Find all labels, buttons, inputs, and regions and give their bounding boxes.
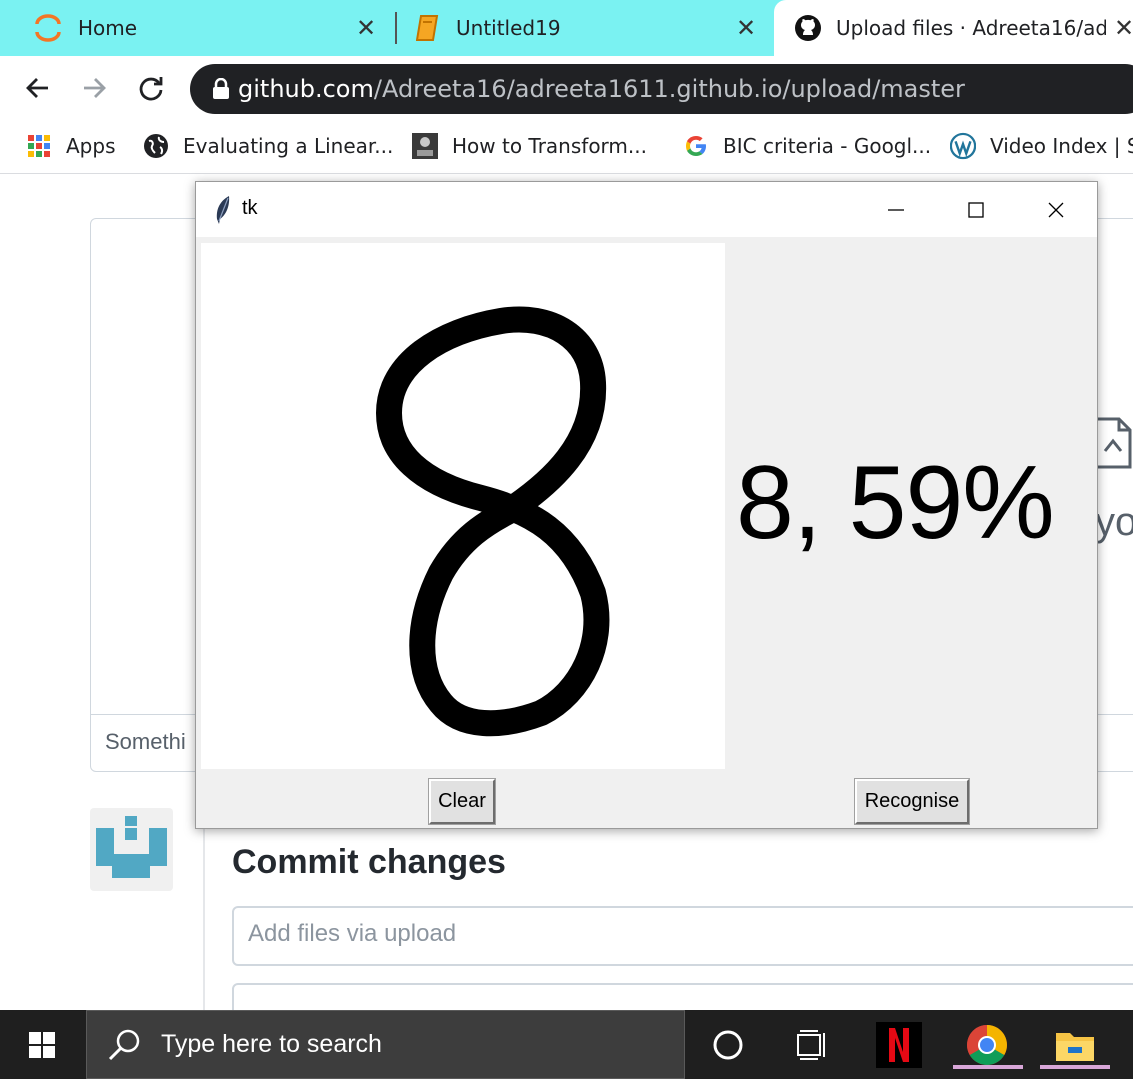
commit-changes-heading: Commit changes <box>232 843 506 881</box>
thumbnail-icon <box>412 133 438 159</box>
back-icon[interactable] <box>22 72 54 104</box>
bookmark-label: Evaluating a Linear... <box>183 134 394 158</box>
minimize-icon[interactable] <box>878 192 914 228</box>
wordpress-icon <box>950 132 976 160</box>
bookmark-label: How to Transform... <box>452 134 647 158</box>
bookmark-label: Video Index | St <box>990 134 1133 158</box>
tab-title: Home <box>78 16 138 40</box>
jupyter-icon <box>33 13 63 48</box>
google-icon <box>683 133 709 159</box>
handwritten-digit-drawing <box>376 306 610 737</box>
bookmark-video-index[interactable]: Video Index | St <box>950 130 1133 162</box>
apps-grid-icon <box>26 133 52 159</box>
recognise-button[interactable]: Recognise <box>854 778 970 825</box>
taskbar-search-box[interactable]: Type here to search <box>86 1010 685 1079</box>
bookmark-bic-criteria[interactable]: BIC criteria - Googl... <box>683 130 931 162</box>
close-icon[interactable] <box>1038 192 1074 228</box>
browser-toolbar: github.com/Adreeta16/adreeta1611.github.… <box>0 56 1133 120</box>
window-title: tk <box>242 197 258 219</box>
windows-start-icon[interactable] <box>0 1010 84 1079</box>
address-bar[interactable]: github.com/Adreeta16/adreeta1611.github.… <box>190 64 1133 114</box>
close-icon[interactable]: ✕ <box>356 14 376 42</box>
globe-icon <box>143 133 169 159</box>
tab-title: Upload files · Adreeta16/adre <box>836 16 1106 40</box>
explorer-active-indicator <box>1040 1065 1110 1069</box>
url-text: github.com/Adreeta16/adreeta1611.github.… <box>238 75 965 103</box>
avatar[interactable] <box>90 808 173 891</box>
prediction-result: 8, 59% <box>736 445 1055 561</box>
tab-home[interactable]: Home ✕ <box>0 0 394 56</box>
bookmark-how-to-transform[interactable]: How to Transform... <box>412 130 647 162</box>
drop-zone-hint-text: yo <box>1095 500 1133 544</box>
chrome-icon[interactable] <box>962 1020 1012 1070</box>
search-placeholder: Type here to search <box>161 1030 382 1058</box>
cortana-icon[interactable] <box>703 1020 753 1070</box>
maximize-icon[interactable] <box>958 192 994 228</box>
search-icon <box>107 1028 141 1062</box>
tab-untitled19[interactable]: Untitled19 ✕ <box>396 0 774 56</box>
github-icon <box>794 14 822 47</box>
feather-icon <box>214 195 232 229</box>
close-icon[interactable]: ✕ <box>736 14 756 42</box>
clear-button[interactable]: Clear <box>428 778 496 825</box>
netflix-icon[interactable] <box>876 1022 922 1068</box>
bookmark-apps[interactable]: Apps <box>26 130 116 162</box>
chrome-active-indicator <box>953 1065 1023 1069</box>
commit-summary-input[interactable]: Add files via upload <box>232 906 1133 966</box>
drop-zone-text: Somethi <box>105 729 186 754</box>
browser-tab-strip: Home ✕ Untitled19 ✕ Upload files · Adree… <box>0 0 1133 56</box>
bookmark-label: Apps <box>66 134 116 158</box>
tk-title-bar[interactable]: tk <box>196 182 1097 237</box>
url-path: /Adreeta16/adreeta1611.github.io/upload/… <box>373 75 965 103</box>
tab-title: Untitled19 <box>456 16 561 40</box>
bookmark-evaluating-linear[interactable]: Evaluating a Linear... <box>143 130 393 162</box>
task-view-icon[interactable] <box>788 1020 838 1070</box>
tab-upload-files[interactable]: Upload files · Adreeta16/adre ✕ <box>774 0 1133 56</box>
url-domain: github.com <box>238 75 374 103</box>
tk-window: tk 8, 59% Clear Recognise <box>195 181 1098 829</box>
close-icon[interactable]: ✕ <box>1114 14 1133 42</box>
file-explorer-icon[interactable] <box>1050 1020 1100 1070</box>
lock-icon <box>212 78 230 100</box>
timeline-line <box>203 807 205 1017</box>
file-icon <box>1093 417 1133 473</box>
forward-icon[interactable] <box>78 72 110 104</box>
drawing-canvas[interactable] <box>201 243 725 769</box>
bookmarks-bar: Apps Evaluating a Linear... How to Trans… <box>0 120 1133 174</box>
notebook-icon <box>415 14 440 47</box>
reload-icon[interactable] <box>135 72 167 104</box>
bookmark-label: BIC criteria - Googl... <box>723 134 932 158</box>
